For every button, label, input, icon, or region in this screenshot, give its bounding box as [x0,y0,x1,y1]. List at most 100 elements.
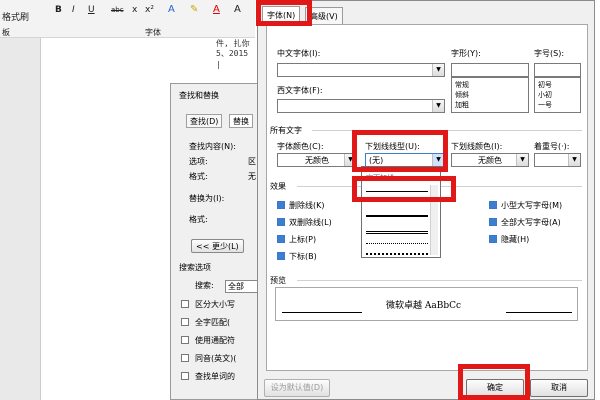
match-case-checkbox[interactable] [181,300,189,308]
underline-button[interactable]: U [88,5,95,15]
chevron-down-icon[interactable]: ▼ [432,64,444,76]
underline-option-dotted-heavy[interactable] [366,253,428,255]
highlight-icon[interactable]: ✎ [190,4,198,15]
document-line: 5、2015 [216,49,249,58]
cn-font-label: 中文字体(I): [277,49,321,58]
chevron-down-icon[interactable]: ▼ [568,154,580,166]
preview-box: 微软卓越 AaBbCc [275,287,578,321]
underline-color-label: 下划线颜色(I): [451,142,503,151]
underline-option-thick[interactable] [366,215,428,217]
format-label: 格式: [189,172,208,181]
style-label: 字形(Y): [451,49,481,58]
emphasis-combo[interactable]: ▼ [534,153,581,167]
all-word-forms-label: 查找单词的 [195,372,235,381]
size-label: 字号(S): [534,49,565,58]
underline-color-combo[interactable]: 无颜色 ▼ [451,153,529,167]
western-font-combo[interactable]: ▼ [277,99,445,113]
less-button[interactable]: << 更少(L) [191,239,244,253]
chevron-down-icon[interactable]: ▼ [516,154,528,166]
text-effects-icon[interactable]: A [168,4,175,15]
subscript-checkbox[interactable] [277,252,285,260]
preview-baseline-right [506,312,572,313]
wildcards-checkbox[interactable] [181,336,189,344]
whole-word-label: 全字匹配( [195,318,231,327]
preview-label: 预览 [270,276,286,285]
superscript-button[interactable]: x² [145,5,154,15]
cancel-button[interactable]: 取消 [530,379,588,397]
underline-option-dotted[interactable] [366,243,428,244]
all-word-forms-checkbox[interactable] [181,372,189,380]
size-option[interactable]: 小初 [538,90,552,100]
annotation-box-font-tab [256,0,312,26]
annotation-box-underline-option [352,176,456,202]
western-font-label: 西文字体(F): [277,86,323,95]
set-default-button[interactable]: 设为默认值(D) [264,379,330,397]
find-dialog-title: 查找和替换 [179,91,219,100]
wildcards-label: 使用通配符 [195,336,235,345]
cn-font-combo[interactable]: ▼ [277,63,445,77]
style-listbox[interactable]: 常规 倾斜 加粗 [451,77,529,113]
clipboard-group-label: 板 [2,28,10,37]
style-input[interactable] [451,63,529,77]
effects-label: 效果 [270,182,286,191]
search-direction-label: 搜索: [195,281,214,290]
match-case-label: 区分大小写 [195,300,235,309]
search-options-label: 搜索选项 [179,263,211,272]
style-option[interactable]: 常规 [455,80,469,90]
divider [297,280,582,281]
font-group-label: 字体 [145,28,161,37]
size-listbox[interactable]: 初号 小初 一号 [534,77,581,113]
font-color-value: 无颜色 [305,156,329,165]
font-color-label: 字体颜色(C): [277,142,324,151]
subscript-label: 下标(B) [289,252,317,261]
hidden-label: 隐藏(H) [501,235,530,244]
font-color-combo[interactable]: 无颜色 ▼ [277,153,357,167]
superscript-label: 上标(P) [289,235,317,244]
all-text-label: 所有文字 [270,126,302,135]
size-input[interactable] [534,63,581,77]
font-color-icon[interactable]: A [213,4,220,15]
tab-find[interactable]: 查找(D) [186,114,223,128]
small-caps-label: 小型大写字母(M) [501,201,563,210]
double-strikethrough-label: 双删除线(L) [289,218,332,227]
style-option[interactable]: 加粗 [455,100,469,110]
format-painter-button[interactable]: 格式刷 [2,10,29,23]
subscript-button[interactable]: x [132,5,137,15]
double-strikethrough-checkbox[interactable] [277,218,285,226]
search-direction-select[interactable]: 全部 [225,280,259,293]
whole-word-checkbox[interactable] [181,318,189,326]
small-caps-checkbox[interactable] [489,201,497,209]
find-replace-dialog: 查找和替换 查找(D) 替换 查找内容(N): 选项: 区 格式: 无 替换为(… [170,83,260,400]
document-cursor: | [216,60,221,69]
superscript-checkbox[interactable] [277,235,285,243]
hidden-checkbox[interactable] [489,235,497,243]
char-border-icon[interactable]: A [234,4,241,15]
underline-option-double[interactable] [366,231,428,234]
find-what-label: 查找内容(N): [189,142,236,151]
preview-text: 微软卓越 AaBbCc [386,301,462,311]
all-caps-label: 全部大写字母(A) [501,218,561,227]
strikethrough-checkbox[interactable] [277,201,285,209]
bold-button[interactable]: B [55,5,62,15]
size-option[interactable]: 初号 [538,80,552,90]
annotation-box-underline-style [352,130,448,172]
replace-with-label: 替换为(I): [189,194,225,203]
italic-button[interactable]: I [72,5,75,15]
size-option[interactable]: 一号 [538,100,552,110]
emphasis-label: 着重号(·): [534,142,570,151]
underline-color-value: 无颜色 [478,156,502,165]
preview-baseline-left [282,312,362,313]
format-value: 无 [248,172,256,181]
strikethrough-button[interactable]: abc [111,6,124,14]
annotation-box-ok [458,364,530,400]
tab-replace[interactable]: 替换 [229,114,253,128]
sounds-like-label: 同音(英文)( [195,354,237,363]
options-label: 选项: [189,157,208,166]
options-value: 区 [248,157,256,166]
style-option[interactable]: 倾斜 [455,90,469,100]
replace-format-label: 格式: [189,215,208,224]
strikethrough-label: 删除线(K) [289,201,325,210]
sounds-like-checkbox[interactable] [181,354,189,362]
chevron-down-icon[interactable]: ▼ [432,100,444,112]
all-caps-checkbox[interactable] [489,218,497,226]
